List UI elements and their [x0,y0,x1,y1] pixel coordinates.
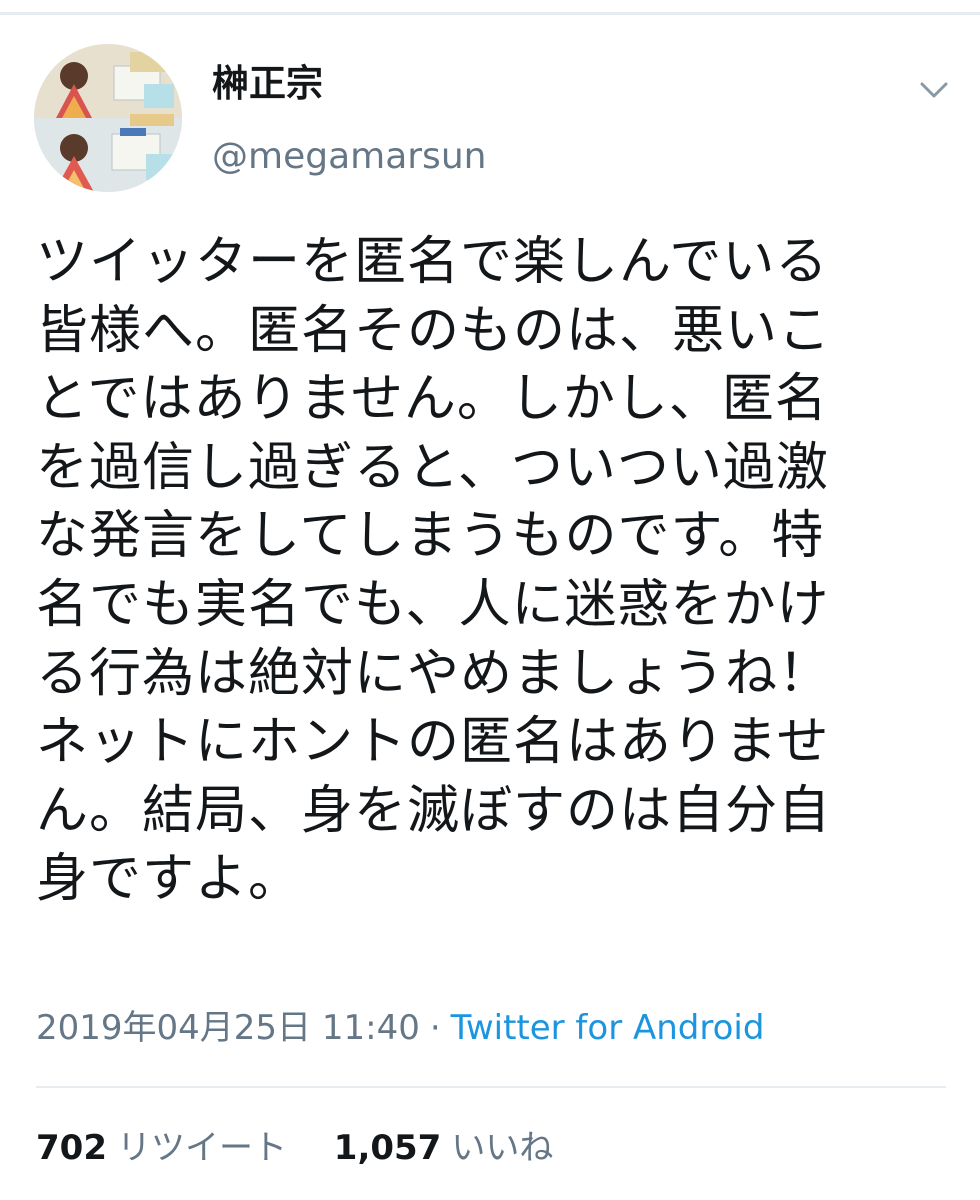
tweet-text: ツイッターを匿名で楽しんでいる 皆様へ。匿名そのものは、悪いこ とではありません… [36,232,832,910]
like-label: いいね [451,1128,554,1168]
author-avatar[interactable] [34,44,182,192]
tweet-source-link[interactable]: Twitter for Android [451,1008,765,1048]
like-stat[interactable]: 1,057 いいね [334,1126,554,1170]
retweet-label: リツイート [116,1128,287,1168]
stats-divider [36,1086,946,1088]
meta-separator: · [429,1008,441,1048]
top-divider [0,12,980,15]
tweet-timestamp[interactable]: 2019年04月25日 11:40 [36,1008,420,1048]
tweet-stats: 702 リツイート 1,057 いいね [36,1126,553,1170]
retweet-stat[interactable]: 702 リツイート [36,1126,287,1170]
author-handle[interactable]: @megamarsun [212,135,486,179]
retweet-count: 702 [36,1128,107,1168]
tweet-meta: 2019年04月25日 11:40 · Twitter for Android [36,1006,764,1050]
author-display-name[interactable]: 榊正宗 [212,62,323,106]
like-count: 1,057 [333,1128,442,1168]
avatar-image [34,44,182,192]
chevron-down-icon[interactable] [914,70,954,110]
